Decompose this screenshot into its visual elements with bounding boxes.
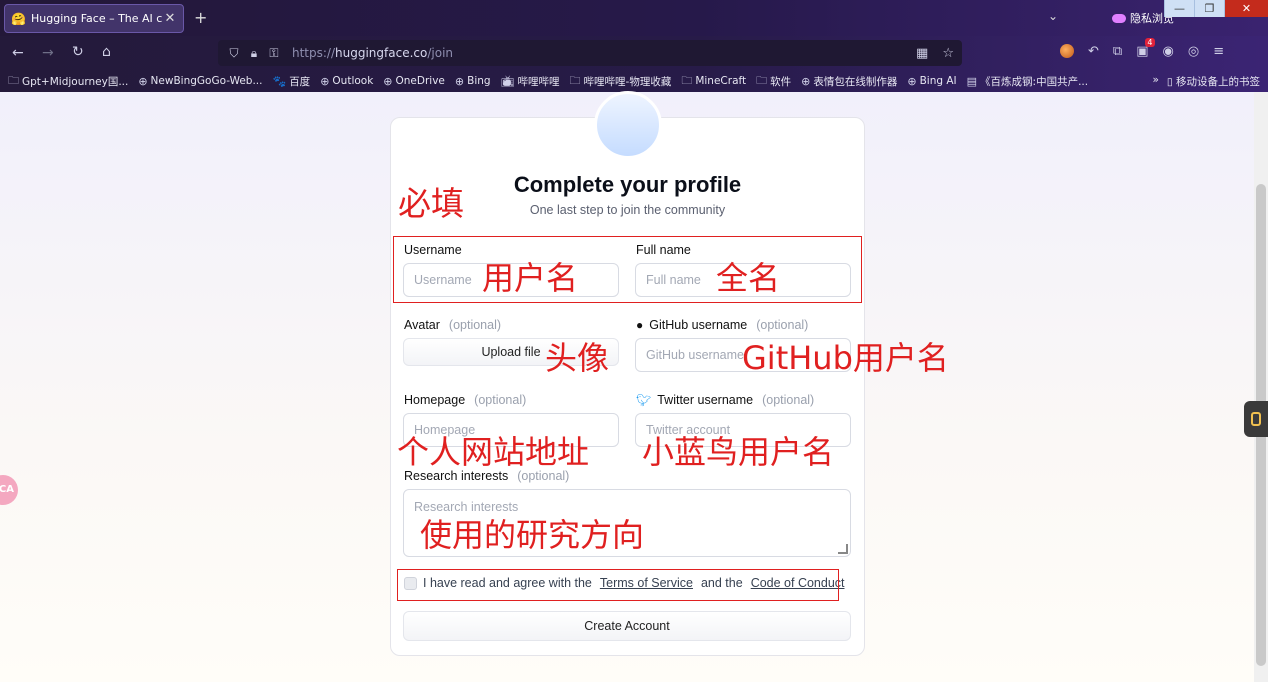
bookmark-label: 表情包在线制作器	[813, 75, 898, 88]
extensions-toolbar: ↶ ⧉ ▣ 4 ◉ ◎ ≡	[1060, 38, 1224, 59]
bookmarks-right: » ▯ 移动设备上的书签	[1152, 74, 1260, 89]
avatar-label: Avatar (optional)	[404, 318, 502, 332]
bookmark-label: 《百炼成钢:中国共产...	[980, 75, 1089, 88]
globe-icon: ⊕	[801, 74, 811, 88]
extension-cursor-icon[interactable]: ◉	[1163, 44, 1174, 59]
forward-icon[interactable]: →	[42, 45, 54, 61]
reload-icon[interactable]: ↻	[72, 44, 84, 60]
bookmarks-overflow-icon[interactable]: »	[1152, 74, 1158, 89]
menu-icon[interactable]: ≡	[1213, 44, 1224, 59]
window-controls: — ❐ ✕	[1164, 0, 1268, 17]
private-mask-icon	[1112, 13, 1126, 23]
annotation-username: 用户名	[482, 259, 579, 297]
homepage-label: Homepage (optional)	[404, 393, 527, 407]
bookmark-label: Gpt+Midjourney国...	[22, 75, 129, 88]
twitter-bird-icon: 🐦︎	[636, 393, 652, 407]
baidu-icon: 🐾	[272, 74, 287, 88]
bookmark-label: MineCraft	[695, 75, 747, 87]
minimize-button[interactable]: —	[1164, 0, 1194, 17]
tab-title: Hugging Face – The AI comm	[31, 12, 163, 25]
bookmark-label: Bing AI	[919, 75, 957, 87]
bookmark-label: 百度	[289, 75, 311, 88]
tab-bar: 🤗 Hugging Face – The AI comm ✕ + ⌄ 隐私浏览 …	[0, 0, 1268, 36]
extensions-puzzle-icon[interactable]: ⧉	[1113, 44, 1122, 59]
annotation-fullname: 全名	[716, 259, 781, 297]
folder-icon: 🗀	[569, 73, 581, 87]
bookmark-label: OneDrive	[395, 75, 445, 87]
agreement-box	[397, 569, 839, 601]
close-window-button[interactable]: ✕	[1224, 0, 1268, 17]
annotation-required: 必填	[398, 184, 464, 223]
key-icon[interactable]: ⚿	[264, 46, 284, 61]
bookmark-item[interactable]: 📺︎ 哔哩哔哩	[501, 74, 560, 89]
resize-grip-icon[interactable]	[838, 544, 848, 554]
annotation-research: 使用的研究方向	[420, 516, 645, 554]
globe-icon: ⊕	[383, 74, 393, 88]
bookmark-label: 哔哩哔哩-物理收藏	[583, 75, 672, 88]
bookmark-item[interactable]: ▤ 《百炼成钢:中国共产...	[967, 74, 1088, 89]
side-panel-icon	[1251, 412, 1261, 426]
mobile-bookmarks-link[interactable]: ▯ 移动设备上的书签	[1167, 74, 1260, 89]
shield-icon[interactable]: ⛉	[224, 46, 244, 61]
tab-huggingface[interactable]: 🤗 Hugging Face – The AI comm ✕	[4, 4, 184, 33]
bookmark-item[interactable]: 🗀 Gpt+Midjourney国...	[8, 72, 128, 91]
new-tab-icon[interactable]: +	[194, 8, 207, 27]
annotation-homepage: 个人网站地址	[397, 433, 590, 471]
close-tab-icon[interactable]: ✕	[163, 11, 177, 26]
flag-icon: ▤	[966, 74, 978, 88]
bookmark-item[interactable]: 🗀 MineCraft	[681, 72, 746, 91]
bookmark-item[interactable]: ⊕ OneDrive	[383, 75, 445, 88]
bookmark-item[interactable]: 🗀 哔哩哔哩-物理收藏	[570, 72, 672, 91]
bookmark-label: 哔哩哔哩	[517, 75, 560, 88]
back-icon[interactable]: ←	[12, 45, 24, 61]
bookmark-label: Outlook	[332, 75, 374, 87]
folder-icon: 🗀	[681, 73, 693, 87]
create-account-button[interactable]: Create Account	[403, 611, 851, 641]
bookmark-item[interactable]: ⊕ NewBingGoGo-Web...	[138, 75, 262, 88]
scrollbar[interactable]	[1254, 92, 1268, 682]
bookmark-item[interactable]: ⊕ Bing	[455, 75, 491, 88]
home-icon[interactable]: ⌂	[102, 44, 111, 60]
bilibili-icon: 📺︎	[500, 74, 515, 88]
bookmark-star-icon[interactable]: ☆	[942, 46, 954, 61]
bookmarks-bar: 🗀 Gpt+Midjourney国... ⊕ NewBingGoGo-Web... 🐾 百…	[0, 70, 1268, 92]
globe-icon: ⊕	[907, 74, 917, 88]
bookmark-label: NewBingGoGo-Web...	[150, 75, 263, 87]
url-text[interactable]: https://huggingface.co/join	[292, 46, 453, 60]
annotation-twitter: 小蓝鸟用户名	[642, 433, 835, 471]
extension-orange-icon[interactable]	[1060, 44, 1074, 58]
annotation-github: GitHub用户名	[742, 339, 949, 377]
bookmark-item[interactable]: ⊕ Outlook	[320, 75, 373, 88]
bookmark-item[interactable]: 🐾 百度	[272, 74, 310, 89]
research-label: Research interests (optional)	[404, 469, 570, 483]
globe-icon: ⊕	[320, 74, 330, 88]
globe-icon: ⊕	[454, 74, 465, 88]
lock-icon[interactable]: 🔒︎	[244, 46, 264, 61]
bookmark-label: 软件	[770, 75, 792, 88]
annotation-avatar: 头像	[545, 339, 610, 377]
bookmark-label: Bing	[467, 75, 491, 87]
maximize-button[interactable]: ❐	[1194, 0, 1224, 17]
extension-badge-icon[interactable]: ▣ 4	[1136, 38, 1155, 59]
chevron-down-icon[interactable]: ⌄	[1048, 9, 1058, 23]
address-bar[interactable]: ⛉ 🔒︎ ⚿ https://huggingface.co/join ▦ ☆	[218, 40, 962, 66]
extension-arrow-icon[interactable]: ↶	[1088, 44, 1099, 59]
bookmark-item[interactable]: 🗀 软件	[756, 72, 791, 91]
globe-icon: ⊕	[138, 74, 148, 88]
github-label: ● GitHub username (optional)	[636, 318, 809, 332]
avatar	[594, 91, 662, 159]
extension-ai-icon[interactable]: ◎	[1188, 44, 1199, 59]
folder-icon: 🗀	[8, 73, 19, 87]
bookmark-item[interactable]: ⊕ Bing AI	[907, 75, 956, 88]
required-fields-box	[393, 236, 862, 303]
github-icon: ●	[636, 318, 644, 332]
folder-icon: 🗀	[756, 73, 768, 87]
bookmark-item[interactable]: ⊕ 表情包在线制作器	[801, 74, 897, 89]
side-panel-handle[interactable]	[1244, 401, 1268, 437]
twitter-label: 🐦︎ Twitter username (optional)	[636, 393, 815, 407]
qr-code-icon[interactable]: ▦	[916, 46, 928, 61]
huggingface-favicon-icon: 🤗	[11, 11, 26, 26]
